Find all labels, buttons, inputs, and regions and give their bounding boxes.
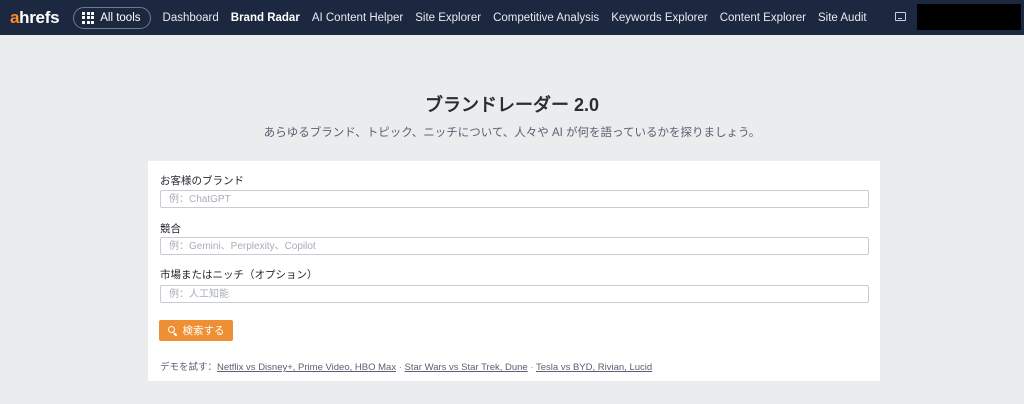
competitors-label: 競合 [160,223,181,235]
demo-link-netflix[interactable]: Netflix vs Disney+, Prime Video, HBO Max [217,362,396,373]
brand-label: お客様のブランド [160,175,244,187]
page-title: ブランドレーダー 2.0 [424,95,600,115]
logo-text: hrefs [19,7,60,27]
demo-separator: · [396,362,405,373]
nav-link-site-explorer[interactable]: Site Explorer [415,12,481,24]
competitors-input[interactable] [160,237,869,255]
search-button[interactable]: 検索する [159,320,233,341]
nav-link-ai-content-helper[interactable]: AI Content Helper [312,12,403,24]
brand-radar-search-form: お客様のブランド 競合 市場またはニッチ（オプション） 検索する デモを試す：N… [148,161,880,381]
demo-link-star-wars[interactable]: Star Wars vs Star Trek, Dune [405,362,528,373]
nav-link-content-explorer[interactable]: Content Explorer [720,12,806,24]
search-icon [167,326,177,335]
market-label: 市場またはニッチ（オプション） [160,269,318,281]
monitor-icon[interactable] [895,12,906,21]
all-tools-button[interactable]: All tools [73,6,151,29]
demo-prefix: デモを試す： [160,362,218,373]
top-navigation-bar: a hrefs All tools Dashboard Brand Radar A… [0,0,1024,35]
demo-link-tesla[interactable]: Tesla vs BYD, Rivian, Lucid [536,362,652,373]
demo-links: デモを試す：Netflix vs Disney+, Prime Video, H… [160,359,652,373]
search-button-label: 検索する [182,325,225,337]
logo-accent-letter: a [10,7,20,27]
all-tools-label: All tools [100,11,141,24]
account-menu-redacted[interactable] [917,4,1021,30]
nav-link-site-audit[interactable]: Site Audit [818,12,867,24]
page-subtitle: あらゆるブランド、トピック、ニッチについて、人々や AI が何を語っているかを探… [263,127,761,139]
brand-input[interactable] [160,190,869,208]
market-input[interactable] [160,285,869,303]
nav-links: Dashboard Brand Radar AI Content Helper … [157,12,873,24]
nav-link-dashboard[interactable]: Dashboard [163,12,219,24]
grid-icon [82,11,95,24]
nav-link-brand-radar[interactable]: Brand Radar [231,12,300,24]
demo-separator: · [527,362,536,373]
ahrefs-logo[interactable]: a hrefs [10,7,60,28]
nav-link-keywords-explorer[interactable]: Keywords Explorer [611,12,708,24]
nav-link-competitive-analysis[interactable]: Competitive Analysis [493,12,599,24]
